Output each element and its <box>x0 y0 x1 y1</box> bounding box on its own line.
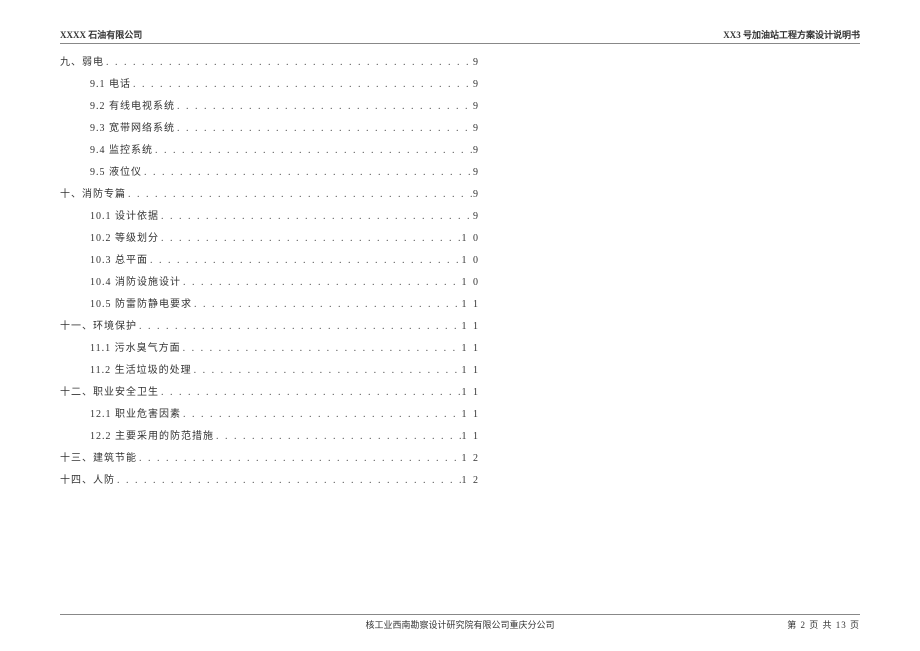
toc-entry: 10.4 消防设施设计. . . . . . . . . . . . . . .… <box>60 272 480 294</box>
toc-entry-page: 9 <box>473 96 480 118</box>
toc-entry-label: 12.2 主要采用的防范措施 <box>90 426 214 448</box>
toc-dot-leader: . . . . . . . . . . . . . . . . . . . . … <box>131 74 473 96</box>
toc-dot-leader: . . . . . . . . . . . . . . . . . . . . … <box>181 272 462 294</box>
page-footer: 核工业西南勘察设计研究院有限公司重庆分公司 第 2 页 共 13 页 <box>60 614 860 631</box>
toc-entry-page: 9 <box>473 118 480 140</box>
toc-entry: 10.5 防雷防静电要求. . . . . . . . . . . . . . … <box>60 294 480 316</box>
toc-dot-leader: . . . . . . . . . . . . . . . . . . . . … <box>159 228 462 250</box>
toc-entry-label: 十二、职业安全卫生 <box>60 382 159 404</box>
toc-entry-label: 十三、建筑节能 <box>60 448 137 470</box>
toc-dot-leader: . . . . . . . . . . . . . . . . . . . . … <box>137 316 462 338</box>
toc-entry-label: 10.3 总平面 <box>90 250 148 272</box>
toc-entry: 10.3 总平面. . . . . . . . . . . . . . . . … <box>60 250 480 272</box>
toc-entry-label: 10.1 设计依据 <box>90 206 159 228</box>
toc-entry-page: 1 2 <box>462 448 481 470</box>
toc-dot-leader: . . . . . . . . . . . . . . . . . . . . … <box>142 162 473 184</box>
toc-dot-leader: . . . . . . . . . . . . . . . . . . . . … <box>181 338 462 360</box>
toc-entry-page: 1 0 <box>462 250 481 272</box>
toc-dot-leader: . . . . . . . . . . . . . . . . . . . . … <box>192 294 462 316</box>
toc-entry: 十一、环境保护. . . . . . . . . . . . . . . . .… <box>60 316 480 338</box>
toc-entry-label: 十、消防专篇 <box>60 184 126 206</box>
toc-entry: 9.1 电话. . . . . . . . . . . . . . . . . … <box>60 74 480 96</box>
toc-entry-page: 1 0 <box>462 228 481 250</box>
toc-dot-leader: . . . . . . . . . . . . . . . . . . . . … <box>115 470 462 492</box>
toc-entry-label: 11.2 生活垃圾的处理 <box>90 360 192 382</box>
toc-entry-label: 十四、人防 <box>60 470 115 492</box>
toc-entry-page: 9 <box>473 74 480 96</box>
toc-entry: 九、弱电. . . . . . . . . . . . . . . . . . … <box>60 52 480 74</box>
toc-entry-label: 11.1 污水臭气方面 <box>90 338 181 360</box>
toc-dot-leader: . . . . . . . . . . . . . . . . . . . . … <box>153 140 473 162</box>
page-header: XXXX 石油有限公司 XX3 号加油站工程方案设计说明书 <box>60 28 860 44</box>
table-of-contents: 九、弱电. . . . . . . . . . . . . . . . . . … <box>60 52 480 492</box>
toc-entry-label: 9.3 宽带网络系统 <box>90 118 175 140</box>
toc-entry-page: 9 <box>473 184 480 206</box>
toc-entry-page: 1 1 <box>462 294 481 316</box>
toc-entry: 十二、职业安全卫生. . . . . . . . . . . . . . . .… <box>60 382 480 404</box>
toc-entry-label: 十一、环境保护 <box>60 316 137 338</box>
toc-entry-page: 1 0 <box>462 272 481 294</box>
toc-dot-leader: . . . . . . . . . . . . . . . . . . . . … <box>192 360 462 382</box>
toc-entry-page: 9 <box>473 140 480 162</box>
toc-entry: 11.2 生活垃圾的处理. . . . . . . . . . . . . . … <box>60 360 480 382</box>
toc-entry-label: 10.5 防雷防静电要求 <box>90 294 192 316</box>
footer-org: 核工业西南勘察设计研究院有限公司重庆分公司 <box>60 618 860 631</box>
toc-dot-leader: . . . . . . . . . . . . . . . . . . . . … <box>175 118 473 140</box>
toc-entry-page: 1 2 <box>462 470 481 492</box>
header-company: XXXX 石油有限公司 <box>60 28 142 41</box>
toc-dot-leader: . . . . . . . . . . . . . . . . . . . . … <box>148 250 462 272</box>
header-doc-title: XX3 号加油站工程方案设计说明书 <box>723 28 860 41</box>
toc-entry-label: 9.1 电话 <box>90 74 131 96</box>
toc-entry-page: 1 1 <box>462 382 481 404</box>
toc-entry: 9.4 监控系统. . . . . . . . . . . . . . . . … <box>60 140 480 162</box>
toc-entry: 9.5 液位仪. . . . . . . . . . . . . . . . .… <box>60 162 480 184</box>
toc-entry-label: 10.4 消防设施设计 <box>90 272 181 294</box>
toc-entry-page: 1 1 <box>462 426 481 448</box>
toc-entry-page: 9 <box>473 162 480 184</box>
toc-entry: 9.3 宽带网络系统. . . . . . . . . . . . . . . … <box>60 118 480 140</box>
toc-dot-leader: . . . . . . . . . . . . . . . . . . . . … <box>159 206 473 228</box>
toc-entry: 10.2 等级划分. . . . . . . . . . . . . . . .… <box>60 228 480 250</box>
toc-dot-leader: . . . . . . . . . . . . . . . . . . . . … <box>104 52 473 74</box>
toc-entry: 十、消防专篇. . . . . . . . . . . . . . . . . … <box>60 184 480 206</box>
toc-entry-label: 9.2 有线电视系统 <box>90 96 175 118</box>
toc-entry-page: 1 1 <box>462 316 481 338</box>
toc-entry: 9.2 有线电视系统. . . . . . . . . . . . . . . … <box>60 96 480 118</box>
toc-entry-page: 1 1 <box>462 404 481 426</box>
toc-entry: 十三、建筑节能. . . . . . . . . . . . . . . . .… <box>60 448 480 470</box>
toc-dot-leader: . . . . . . . . . . . . . . . . . . . . … <box>175 96 473 118</box>
toc-dot-leader: . . . . . . . . . . . . . . . . . . . . … <box>181 404 462 426</box>
toc-entry-label: 9.4 监控系统 <box>90 140 153 162</box>
toc-entry-label: 10.2 等级划分 <box>90 228 159 250</box>
toc-dot-leader: . . . . . . . . . . . . . . . . . . . . … <box>137 448 462 470</box>
toc-dot-leader: . . . . . . . . . . . . . . . . . . . . … <box>214 426 462 448</box>
toc-entry-label: 九、弱电 <box>60 52 104 74</box>
toc-entry-page: 9 <box>473 206 480 228</box>
footer-page-number: 第 2 页 共 13 页 <box>787 618 860 631</box>
toc-entry: 12.1 职业危害因素. . . . . . . . . . . . . . .… <box>60 404 480 426</box>
toc-entry: 十四、人防. . . . . . . . . . . . . . . . . .… <box>60 470 480 492</box>
toc-dot-leader: . . . . . . . . . . . . . . . . . . . . … <box>126 184 473 206</box>
toc-dot-leader: . . . . . . . . . . . . . . . . . . . . … <box>159 382 462 404</box>
toc-entry-page: 1 1 <box>462 338 481 360</box>
toc-entry: 11.1 污水臭气方面. . . . . . . . . . . . . . .… <box>60 338 480 360</box>
toc-entry-label: 12.1 职业危害因素 <box>90 404 181 426</box>
toc-entry: 12.2 主要采用的防范措施. . . . . . . . . . . . . … <box>60 426 480 448</box>
toc-entry-label: 9.5 液位仪 <box>90 162 142 184</box>
toc-entry: 10.1 设计依据. . . . . . . . . . . . . . . .… <box>60 206 480 228</box>
toc-entry-page: 1 1 <box>462 360 481 382</box>
toc-entry-page: 9 <box>473 52 480 74</box>
